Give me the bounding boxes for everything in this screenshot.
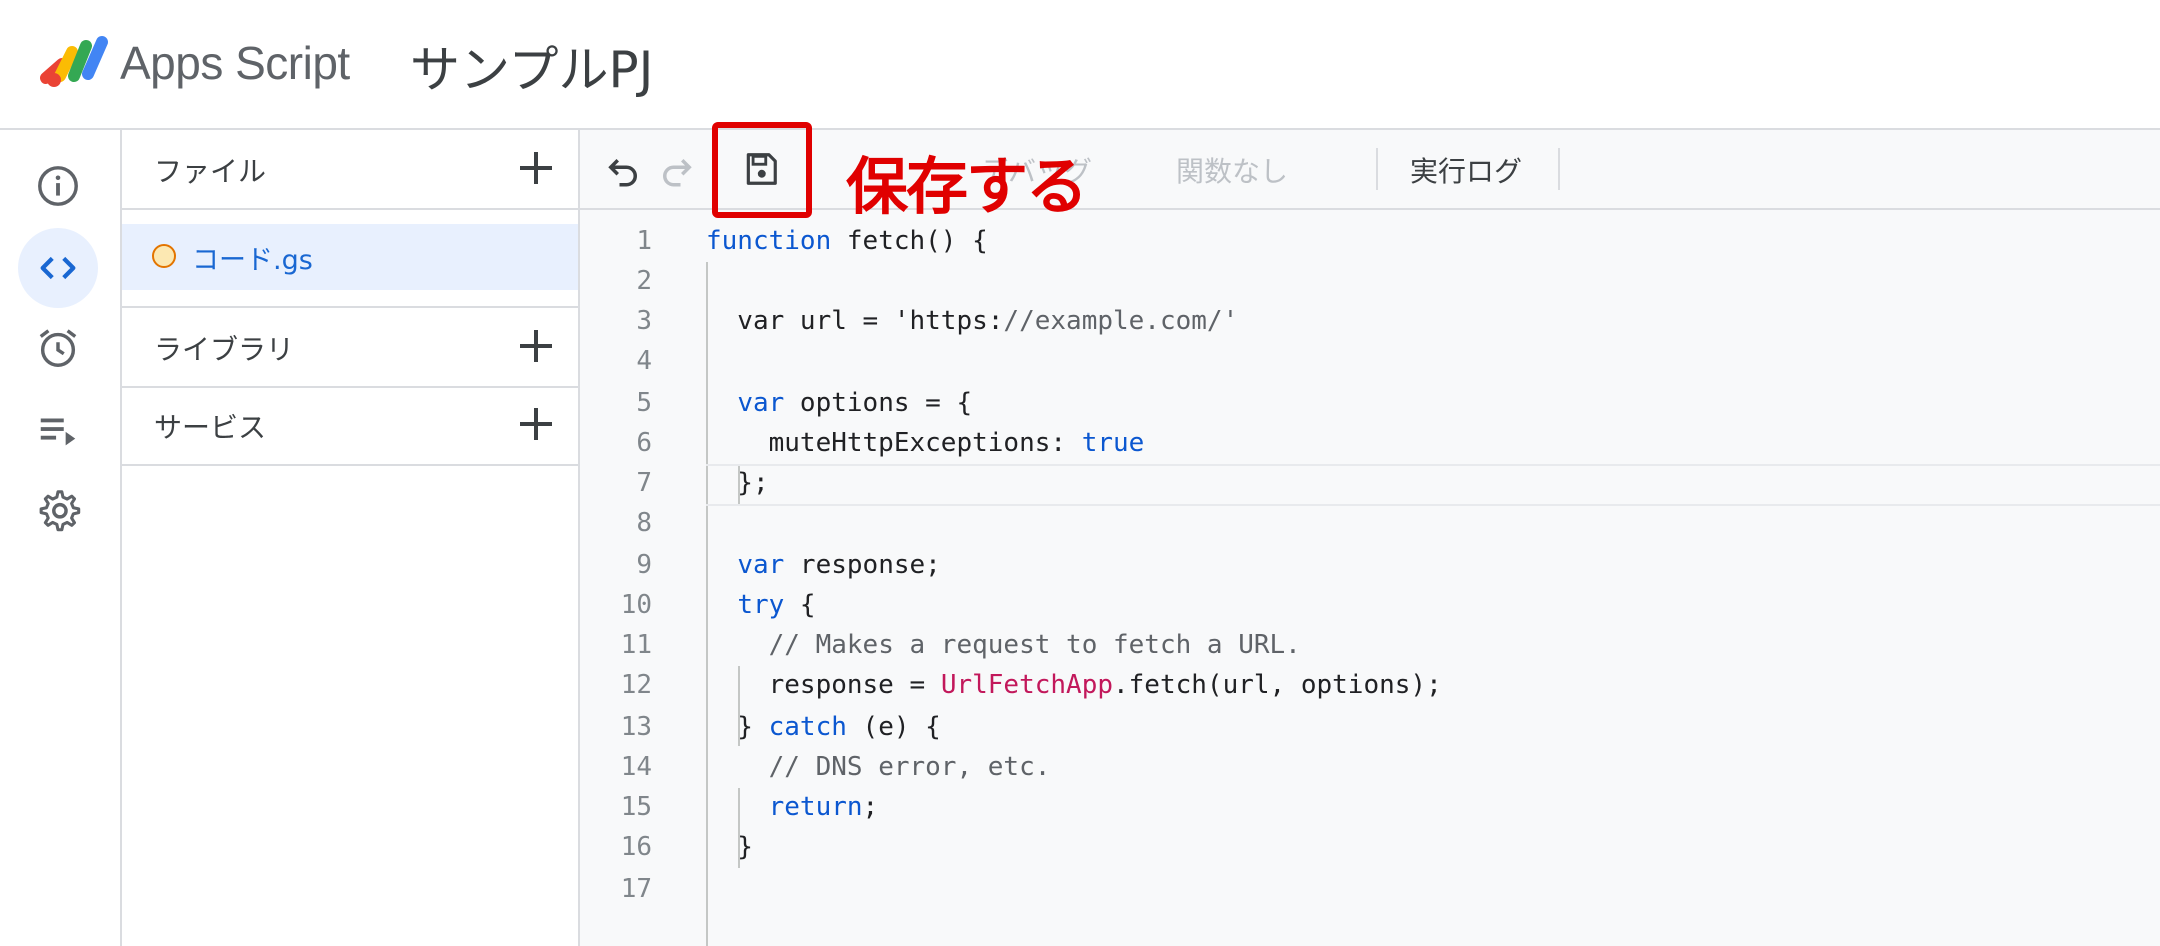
code-line: 4 <box>636 346 652 376</box>
redo-icon[interactable] <box>656 148 698 190</box>
app-header: Apps Script サンプルPJ <box>0 0 2160 130</box>
code-line: 14 // DNS error, etc. <box>620 752 1051 782</box>
code-line: 5 var options = { <box>636 388 973 418</box>
side-rail <box>0 130 122 946</box>
code-editor: デバッグ 関数なし 実行ログ 保存する 1 function fetch() { … <box>580 122 2160 946</box>
files-title: ファイル <box>154 155 267 188</box>
add-file-button[interactable] <box>512 144 560 192</box>
info-icon <box>38 166 78 206</box>
code-line: 3 var url = 'https://example.com/' <box>636 306 1239 336</box>
alarm-clock-icon <box>39 329 77 367</box>
add-service-button[interactable] <box>512 400 560 448</box>
code-line: 17 <box>620 874 652 904</box>
code-line: 10 try { <box>620 590 816 620</box>
code-line: 1 function fetch() { <box>636 226 988 256</box>
code-line-text: function fetch() { <box>706 226 988 256</box>
editor-toolbar: デバッグ 関数なし 実行ログ 保存する <box>580 122 2160 223</box>
code-line: 12 response = UrlFetchApp.fetch(url, opt… <box>620 670 1442 700</box>
gear-icon <box>39 490 81 532</box>
libraries-title: ライブラリ <box>154 333 295 366</box>
code-line: 6 muteHttpExceptions: true <box>636 428 1145 458</box>
files-section: ファイル <box>122 130 578 210</box>
code-line-text: try { <box>737 590 816 620</box>
triggers-button[interactable] <box>18 308 98 388</box>
code-icon <box>40 256 76 280</box>
code-line: 7 }; <box>636 468 769 498</box>
code-line-text: return; <box>768 792 879 822</box>
code-line: 11 // Makes a request to fetch a URL. <box>620 630 1301 660</box>
code-line: 2 <box>636 266 652 296</box>
project-name[interactable]: サンプルPJ <box>410 30 653 102</box>
execution-log-button[interactable]: 実行ログ <box>1410 150 1522 190</box>
toolbar-divider <box>1376 148 1378 190</box>
code-line-text: var options = { <box>737 388 973 418</box>
function-select[interactable]: 関数なし <box>1176 150 1288 190</box>
code-line: 16 } <box>620 832 753 862</box>
file-item[interactable]: コード.gs <box>122 224 578 290</box>
code-line: 8 <box>636 508 652 538</box>
save-icon[interactable] <box>742 150 780 188</box>
services-title: サービス <box>154 411 267 444</box>
code-line-text: muteHttpExceptions: true <box>706 428 1145 458</box>
code-line: 15 return; <box>620 792 879 822</box>
code-line: 9 var response; <box>636 550 941 580</box>
editor-button[interactable] <box>18 228 98 308</box>
code-line-text: } catch (e) { <box>706 712 941 742</box>
add-library-button[interactable] <box>512 322 560 370</box>
libraries-section: ライブラリ <box>122 306 578 388</box>
app-name: Apps Script <box>120 37 350 89</box>
code-line-text: var response; <box>737 550 941 580</box>
code-line-text: // Makes a request to fetch a URL. <box>768 630 1301 660</box>
code-line-text: var url = 'https://example.com/' <box>706 306 1239 336</box>
code-line-text: response = UrlFetchApp.fetch(url, option… <box>706 670 1442 700</box>
executions-button[interactable] <box>18 390 98 470</box>
code-line-text: } <box>706 832 753 862</box>
code-line-text: // DNS error, etc. <box>768 752 1051 782</box>
code-area[interactable]: 1 function fetch() { 2 3 var url = 'https… <box>580 210 2160 946</box>
file-name: コード.gs <box>192 245 313 276</box>
apps-script-logo-icon[interactable] <box>40 34 112 90</box>
code-line: 13 } catch (e) { <box>620 712 941 742</box>
undo-icon[interactable] <box>602 148 644 190</box>
files-panel: ファイル コード.gs ライブラリ サービス <box>122 130 580 946</box>
settings-button[interactable] <box>18 470 98 550</box>
overview-button[interactable] <box>18 146 98 226</box>
file-status-icon <box>152 244 176 268</box>
code-line-text: }; <box>706 468 769 498</box>
toolbar-divider <box>1558 148 1560 190</box>
services-section: サービス <box>122 386 578 466</box>
executions-icon <box>40 418 76 446</box>
